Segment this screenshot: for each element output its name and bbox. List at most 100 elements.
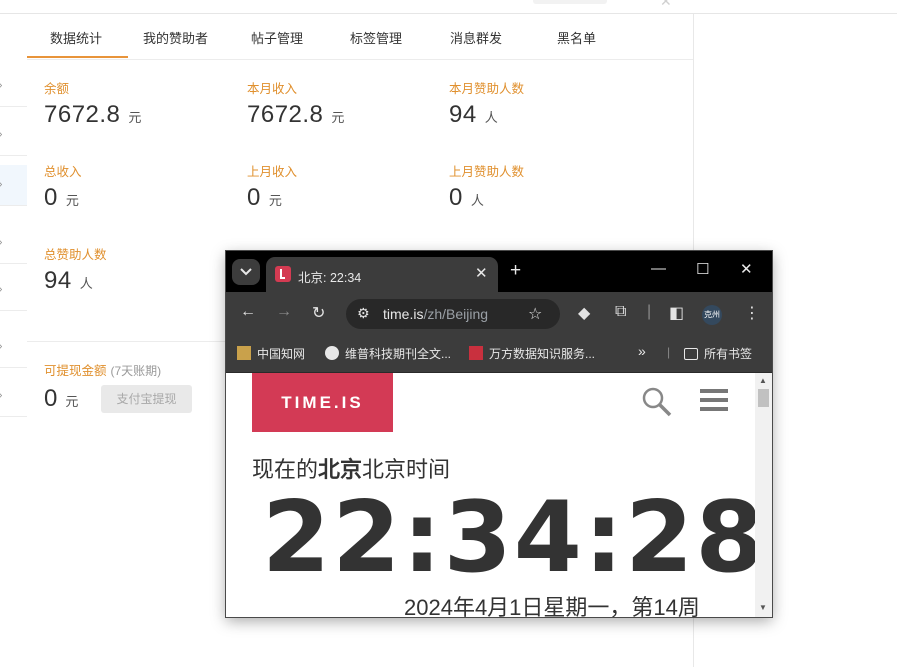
stat-month-sponsors: 本月赞助人数 94 人	[449, 78, 524, 129]
stat-value: 0元	[247, 184, 297, 212]
folder-icon	[684, 348, 698, 360]
back-icon[interactable]: ←	[240, 303, 256, 321]
toolbar-separator: |	[647, 303, 652, 320]
stat-value: 0元	[44, 184, 82, 212]
browser-tab[interactable]: 北京: 22:34 ✕	[266, 257, 498, 292]
all-bookmarks-label: 所有书签	[704, 347, 753, 361]
new-tab-icon[interactable]: +	[510, 260, 521, 282]
extensions-puzzle-icon[interactable]: ⧉	[615, 303, 626, 321]
tab-blacklist[interactable]: 黑名单	[557, 28, 596, 47]
active-tab-indicator	[27, 56, 128, 58]
left-nav-item[interactable]: ›	[0, 327, 27, 368]
stat-unit: 元	[331, 110, 345, 125]
extension-color-icon[interactable]: ◆	[578, 303, 590, 323]
left-nav-item[interactable]: ›	[0, 376, 27, 417]
stat-balance: 余额 7672.8 元	[44, 78, 142, 129]
hamburger-menu-icon[interactable]	[700, 389, 728, 416]
withdrawable-number: 0	[44, 385, 58, 412]
timeis-favicon-icon	[275, 266, 291, 282]
scroll-up-icon[interactable]: ▲	[759, 376, 767, 385]
search-icon[interactable]	[641, 386, 673, 418]
url-path: /zh/Beijing	[423, 306, 489, 322]
bookmark-cnki[interactable]: 中国知网	[237, 345, 305, 362]
stat-unit: 人	[470, 193, 485, 208]
stat-unit: 人	[484, 110, 499, 125]
bookmark-wanfang[interactable]: 万方数据知识服务...	[469, 345, 595, 362]
tab-stats[interactable]: 数据统计	[50, 28, 102, 47]
maximize-icon[interactable]: ☐	[696, 260, 709, 278]
address-bar[interactable]: ⚙ time.is/zh/Beijing ☆	[346, 299, 560, 329]
left-nav-item-active[interactable]: ›	[0, 165, 27, 206]
more-menu-icon[interactable]: ⋮	[744, 303, 760, 323]
tab-posts[interactable]: 帖子管理	[251, 28, 303, 47]
window-close-icon[interactable]: ✕	[740, 260, 753, 278]
stat-number: 94	[44, 267, 72, 294]
date-line: 2024年4月1日星期一，第14周	[404, 595, 700, 617]
scroll-down-icon[interactable]: ▼	[759, 603, 767, 612]
stat-unit: 元	[128, 110, 142, 125]
top-bar-search-stub[interactable]	[533, 0, 607, 4]
tab-sponsors[interactable]: 我的赞助者	[143, 28, 208, 47]
minimize-icon[interactable]: —	[651, 260, 666, 277]
scrollbar-thumb[interactable]	[758, 389, 769, 407]
heading-city[interactable]: 北京	[318, 457, 362, 482]
stat-label: 余额	[44, 82, 70, 96]
stat-label: 本月赞助人数	[449, 82, 525, 96]
page-scrollbar[interactable]: ▲ ▼	[755, 373, 772, 617]
bookmarks-overflow-button[interactable]: »	[638, 343, 646, 359]
stat-value: 7672.8 元	[247, 101, 345, 129]
stat-last-month-income: 上月收入 0元	[247, 161, 297, 212]
stat-value: 0人	[449, 184, 524, 212]
left-nav: › › › › › › ›	[0, 14, 28, 667]
top-bar: ✕	[0, 0, 897, 14]
stat-total-sponsors: 总赞助人数 94 人	[44, 244, 107, 295]
bookmark-star-icon[interactable]: ☆	[528, 304, 542, 324]
stat-unit: 元	[65, 193, 80, 208]
url-host: time.is	[383, 306, 424, 322]
stat-label: 本月收入	[247, 82, 298, 96]
bookmark-label: 中国知网	[257, 347, 306, 361]
stat-value: 94 人	[44, 267, 107, 295]
site-info-icon[interactable]: ⚙	[357, 305, 370, 322]
stat-unit: 人	[79, 276, 94, 291]
chevron-down-icon	[240, 268, 252, 276]
side-panel-icon[interactable]: ◧	[669, 303, 684, 323]
left-nav-item[interactable]: ›	[0, 270, 27, 311]
bookmark-label: 维普科技期刊全文...	[345, 347, 452, 361]
chevron-right-icon: ›	[0, 179, 2, 190]
close-icon[interactable]: ✕	[660, 0, 696, 8]
stat-label: 上月收入	[247, 165, 298, 179]
withdrawable-value: 0元	[44, 385, 78, 413]
tab-search-button[interactable]	[232, 259, 260, 285]
forward-icon[interactable]: →	[276, 303, 292, 321]
stat-last-month-sponsors: 上月赞助人数 0人	[449, 161, 524, 212]
left-nav-item[interactable]: ›	[0, 66, 27, 107]
left-nav-item[interactable]: ›	[0, 223, 27, 264]
profile-avatar[interactable]: 克州	[702, 305, 722, 325]
withdrawable-period: (7天账期)	[110, 364, 162, 378]
bookmark-vip[interactable]: 维普科技期刊全文...	[325, 345, 451, 362]
wanfang-icon	[469, 346, 483, 360]
chevron-right-icon: ›	[0, 390, 2, 401]
reload-icon[interactable]: ↻	[312, 303, 325, 323]
left-nav-item[interactable]: ›	[0, 115, 27, 156]
bookmark-label: 万方数据知识服务...	[489, 347, 596, 361]
tab-broadcast[interactable]: 消息群发	[450, 28, 502, 47]
all-bookmarks-button[interactable]: 所有书签	[684, 345, 752, 362]
stat-month-income: 本月收入 7672.8 元	[247, 78, 345, 129]
stat-label: 总赞助人数	[44, 248, 107, 262]
page-heading: 现在的北京北京时间	[252, 452, 450, 484]
browser-toolbar: ← → ↻ ⚙ time.is/zh/Beijing ☆ ◆ ⧉ | ◧ 克州 …	[226, 292, 772, 334]
tab-close-icon[interactable]: ✕	[475, 264, 488, 282]
chevron-right-icon: ›	[0, 129, 2, 140]
stat-unit: 元	[268, 193, 283, 208]
stat-label: 上月赞助人数	[449, 165, 525, 179]
timeis-logo[interactable]: TIME.IS	[252, 373, 393, 432]
stat-label: 总收入	[44, 165, 82, 179]
bookmarks-bar: 中国知网 维普科技期刊全文... 万方数据知识服务... » | 所有书签	[226, 334, 772, 373]
alipay-withdraw-button[interactable]: 支付宝提现	[101, 385, 192, 413]
stat-total-income: 总收入 0元	[44, 161, 82, 212]
browser-titlebar: 北京: 22:34 ✕ + — ☐ ✕	[226, 251, 772, 292]
withdrawable-label-text: 可提现金额	[44, 364, 107, 378]
tab-tags[interactable]: 标签管理	[350, 28, 402, 47]
